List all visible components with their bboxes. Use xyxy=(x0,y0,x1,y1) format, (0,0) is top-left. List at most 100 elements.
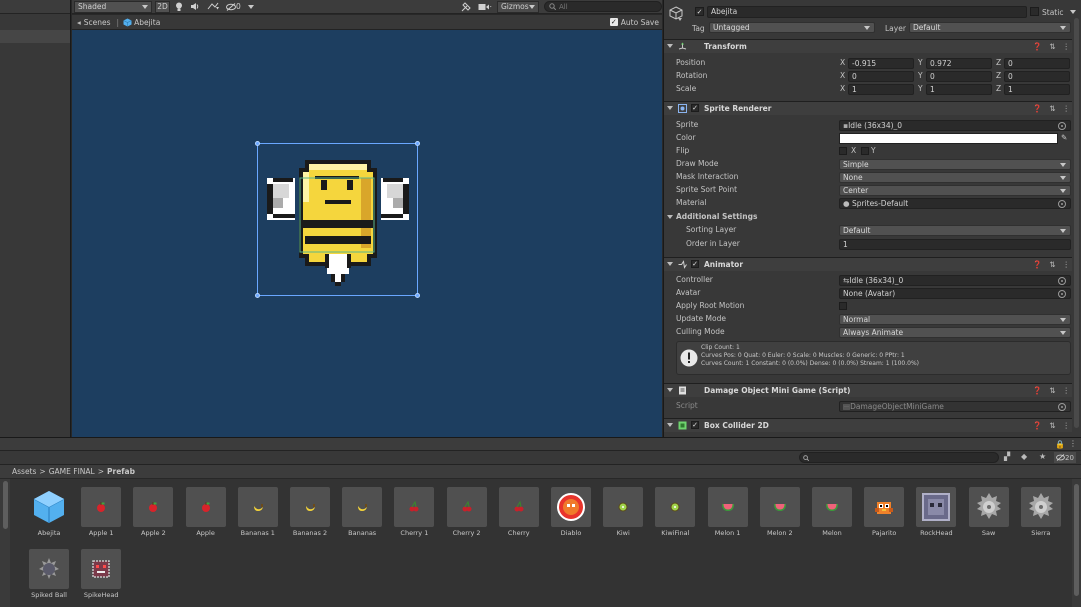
eyedropper-icon[interactable]: ✎ xyxy=(1061,133,1067,142)
resize-handle-bottom-left[interactable] xyxy=(255,293,260,298)
auto-save-checkbox[interactable]: ✓ xyxy=(609,18,618,26)
scene-view[interactable] xyxy=(72,30,662,437)
controller-object-field[interactable]: ⇆Idle (36x34)_0 xyxy=(839,275,1071,286)
tag-dropdown[interactable]: Untagged xyxy=(709,22,875,33)
more-icon[interactable]: ⋮ xyxy=(1069,439,1077,448)
active-checkbox[interactable]: ✓ xyxy=(695,7,704,16)
scrollbar-thumb[interactable] xyxy=(1074,484,1079,596)
audio-icon[interactable] xyxy=(188,1,202,13)
asset-item[interactable]: Melon xyxy=(806,479,858,539)
asset-item[interactable]: Apple 2 xyxy=(127,479,179,539)
object-name-field[interactable]: Abejita xyxy=(707,6,1027,18)
more-icon[interactable]: ⋮ xyxy=(1063,42,1071,51)
asset-item[interactable]: Cherry 1 xyxy=(388,479,440,539)
asset-item[interactable]: Abejita xyxy=(23,479,75,539)
gizmos-dropdown[interactable]: Gizmos xyxy=(497,0,539,13)
chevron-down-icon[interactable] xyxy=(1070,10,1076,14)
sprite-object-field[interactable]: ▪Idle (36x34)_0 xyxy=(839,120,1071,131)
additional-settings-foldout[interactable]: Additional Settings xyxy=(664,211,1081,224)
help-icon[interactable]: ❓ xyxy=(1033,386,1042,395)
label-tag-icon[interactable]: ◆ xyxy=(1021,452,1027,461)
asset-item[interactable]: Apple xyxy=(180,479,232,539)
asset-item[interactable]: Apple 1 xyxy=(75,479,127,539)
damage-script-header[interactable]: Damage Object Mini Game (Script) ❓ ⇅ ⋮ xyxy=(664,383,1081,397)
rotation-x-field[interactable]: 0 xyxy=(848,71,914,82)
breadcrumb-prefab[interactable]: Prefab xyxy=(107,467,135,476)
sprite-sort-point-dropdown[interactable]: Center xyxy=(839,185,1071,196)
asset-item[interactable]: Sierra xyxy=(1015,479,1067,539)
order-in-layer-field[interactable]: 1 xyxy=(839,239,1071,250)
box-collider-header[interactable]: ✓ Box Collider 2D ❓ ⇅ ⋮ xyxy=(664,418,1081,432)
asset-item[interactable]: Melon 2 xyxy=(754,479,806,539)
flip-x-checkbox[interactable] xyxy=(839,147,847,155)
chevron-down-icon[interactable] xyxy=(246,1,256,13)
layer-dropdown[interactable]: Default xyxy=(909,22,1071,33)
resize-handle-top-right[interactable] xyxy=(415,141,420,146)
scale-y-field[interactable]: 1 xyxy=(926,84,992,95)
asset-item[interactable]: Melon 1 xyxy=(702,479,754,539)
asset-item[interactable]: Bananas 2 xyxy=(284,479,336,539)
culling-mode-dropdown[interactable]: Always Animate xyxy=(839,327,1071,338)
presets-icon[interactable]: ⇅ xyxy=(1049,104,1055,113)
asset-item[interactable]: Saw xyxy=(963,479,1015,539)
inspector-scrollbar[interactable] xyxy=(1072,16,1081,434)
draw-mode-dropdown[interactable]: Simple xyxy=(839,159,1071,170)
help-icon[interactable]: ❓ xyxy=(1033,104,1042,113)
breadcrumb-game-final[interactable]: GAME FINAL xyxy=(49,467,95,476)
camera-icon[interactable] xyxy=(476,1,494,13)
rotation-z-field[interactable]: 0 xyxy=(1004,71,1070,82)
object-picker-icon[interactable] xyxy=(1058,290,1066,298)
search-by-type-icon[interactable]: ▞ xyxy=(1004,452,1010,461)
animator-enabled-checkbox[interactable]: ✓ xyxy=(691,260,699,268)
back-arrow-icon[interactable]: ◂ xyxy=(77,18,81,27)
asset-grid-scrollbar[interactable] xyxy=(1072,479,1081,607)
color-swatch[interactable] xyxy=(839,133,1058,144)
asset-item[interactable]: Diablo xyxy=(545,479,597,539)
asset-item[interactable]: KiwiFinal xyxy=(649,479,701,539)
box-collider-enabled-checkbox[interactable]: ✓ xyxy=(691,421,699,429)
project-search-input[interactable] xyxy=(799,452,999,463)
effects-icon[interactable] xyxy=(205,1,221,13)
apply-root-motion-checkbox[interactable] xyxy=(839,302,847,310)
presets-icon[interactable]: ⇅ xyxy=(1049,386,1055,395)
static-checkbox[interactable] xyxy=(1030,7,1039,16)
lighting-icon[interactable] xyxy=(173,1,185,13)
tools-icon[interactable] xyxy=(459,1,473,13)
position-x-field[interactable]: -0.915 xyxy=(848,58,914,69)
asset-item[interactable]: Pajarito xyxy=(858,479,910,539)
rotation-y-field[interactable]: 0 xyxy=(926,71,992,82)
resize-handle-top-left[interactable] xyxy=(255,141,260,146)
breadcrumb-assets[interactable]: Assets xyxy=(12,467,36,476)
shading-mode-dropdown[interactable]: Shaded xyxy=(74,0,152,13)
chevron-down-icon[interactable] xyxy=(678,18,682,21)
resize-handle-bottom-right[interactable] xyxy=(415,293,420,298)
hidden-packages-toggle[interactable]: 20 xyxy=(1054,452,1076,463)
animator-header[interactable]: ✓ Animator ❓ ⇅ ⋮ xyxy=(664,257,1081,271)
asset-item[interactable]: Kiwi xyxy=(597,479,649,539)
help-icon[interactable]: ❓ xyxy=(1033,421,1042,430)
presets-icon[interactable]: ⇅ xyxy=(1049,42,1055,51)
avatar-object-field[interactable]: None (Avatar) xyxy=(839,288,1071,299)
2d-toggle-button[interactable]: 2D xyxy=(155,0,170,13)
folder-tree-strip[interactable] xyxy=(0,479,10,607)
scrollbar-thumb[interactable] xyxy=(1074,18,1079,428)
help-icon[interactable]: ❓ xyxy=(1033,260,1042,269)
prefab-breadcrumb[interactable]: Abejita xyxy=(134,18,160,27)
asset-item[interactable]: Bananas 1 xyxy=(232,479,284,539)
material-object-field[interactable]: ● Sprites-Default xyxy=(839,198,1071,209)
position-y-field[interactable]: 0.972 xyxy=(926,58,992,69)
sprite-renderer-header[interactable]: ✓ Sprite Renderer ❓ ⇅ ⋮ xyxy=(664,101,1081,115)
asset-item[interactable]: Cherry xyxy=(493,479,545,539)
hierarchy-selected-row[interactable] xyxy=(0,30,70,43)
asset-item[interactable]: RockHead xyxy=(910,479,962,539)
scenes-breadcrumb[interactable]: Scenes xyxy=(84,18,111,27)
visibility-toggle[interactable]: 0 xyxy=(224,1,243,13)
scene-search-input[interactable]: All xyxy=(544,1,662,12)
asset-item[interactable]: SpikeHead xyxy=(75,541,127,601)
sprite-renderer-enabled-checkbox[interactable]: ✓ xyxy=(691,104,699,112)
more-icon[interactable]: ⋮ xyxy=(1063,421,1071,430)
asset-item[interactable]: Spiked Ball xyxy=(23,541,75,601)
more-icon[interactable]: ⋮ xyxy=(1063,104,1071,113)
scale-z-field[interactable]: 1 xyxy=(1004,84,1070,95)
scrollbar-thumb[interactable] xyxy=(3,481,8,529)
